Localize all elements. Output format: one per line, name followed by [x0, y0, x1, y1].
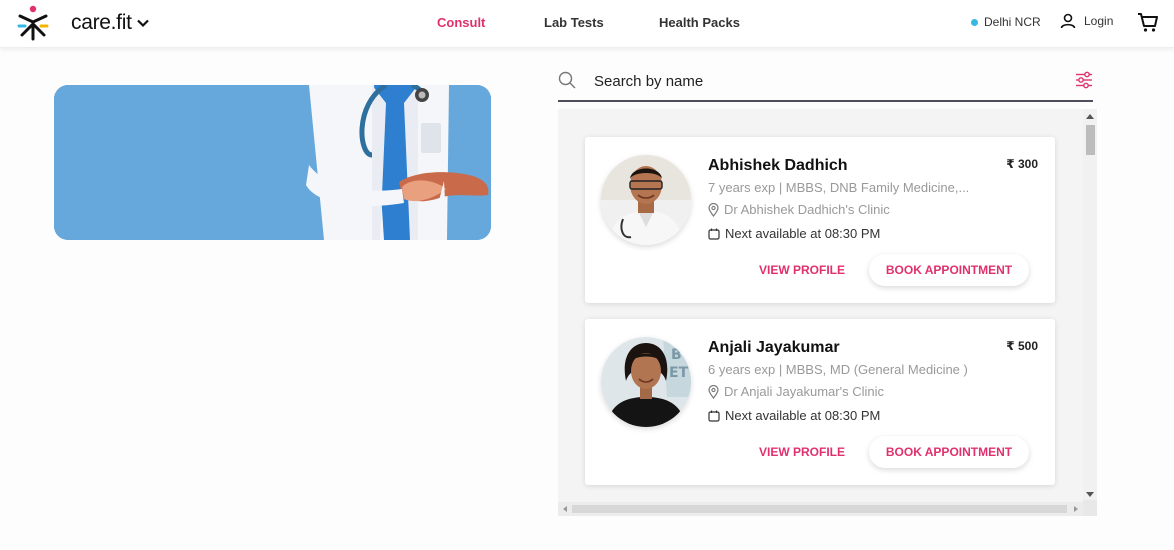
availability-info: Next available at 08:30 PM: [708, 226, 880, 241]
nav-health-packs[interactable]: Health Packs: [659, 15, 740, 30]
clinic-info: Dr Abhishek Dadhich's Clinic: [708, 202, 890, 217]
search-bar: [558, 62, 1093, 102]
availability-info: Next available at 08:30 PM: [708, 408, 880, 423]
doctor-avatar: [601, 155, 691, 245]
search-icon: [558, 71, 576, 89]
view-profile-button[interactable]: VIEW PROFILE: [759, 263, 845, 277]
brand-selector[interactable]: care.fit: [71, 11, 150, 35]
clinic-name: Dr Anjali Jayakumar's Clinic: [724, 384, 884, 399]
view-profile-button[interactable]: VIEW PROFILE: [759, 445, 845, 459]
location-label: Delhi NCR: [984, 15, 1041, 29]
doctor-card: Abhishek Dadhich ₹ 300 7 years exp | MBB…: [585, 137, 1055, 303]
location-selector[interactable]: Delhi NCR: [971, 15, 1041, 29]
location-pin-icon: [708, 384, 719, 399]
location-dot-icon: [971, 18, 978, 26]
login-button[interactable]: Login: [1060, 13, 1113, 29]
calendar-icon: [708, 228, 720, 240]
vertical-scroll-thumb[interactable]: [1086, 125, 1095, 155]
care-fit-logo-icon[interactable]: [16, 4, 50, 42]
cart-icon[interactable]: [1137, 11, 1159, 33]
availability-text: Next available at 08:30 PM: [725, 226, 881, 241]
calendar-icon: [708, 410, 720, 422]
doctor-card: B ET Anjali Jayakumar ₹ 500 6 years exp …: [585, 319, 1055, 485]
vertical-scrollbar[interactable]: [1083, 109, 1097, 500]
availability-text: Next available at 08:30 PM: [725, 408, 881, 423]
book-appointment-button[interactable]: BOOK APPOINTMENT: [869, 436, 1029, 468]
horizontal-scrollbar[interactable]: [558, 502, 1083, 516]
nav-consult[interactable]: Consult: [437, 15, 485, 30]
doctor-experience: 6 years exp | MBBS, MD (General Medicine…: [708, 362, 968, 377]
login-label: Login: [1084, 14, 1114, 28]
svg-text:ET: ET: [669, 365, 689, 381]
scroll-up-arrow-icon[interactable]: [1086, 114, 1094, 119]
horizontal-scroll-thumb[interactable]: [572, 505, 1067, 513]
scroll-right-arrow-icon[interactable]: [1074, 506, 1078, 512]
consult-banner-image: [54, 85, 491, 240]
doctor-name[interactable]: Abhishek Dadhich: [708, 157, 848, 175]
scroll-down-arrow-icon[interactable]: [1086, 492, 1094, 497]
location-pin-icon: [708, 202, 719, 217]
nav-lab-tests[interactable]: Lab Tests: [544, 15, 604, 30]
consult-price: ₹ 300: [1006, 157, 1038, 171]
scroll-left-arrow-icon[interactable]: [563, 506, 567, 512]
book-appointment-button[interactable]: BOOK APPOINTMENT: [869, 254, 1029, 286]
consult-price: ₹ 500: [1006, 339, 1038, 353]
doctor-name[interactable]: Anjali Jayakumar: [708, 339, 840, 357]
scrollbar-corner: [1083, 500, 1097, 516]
brand-name: care.fit: [71, 11, 132, 34]
clinic-info: Dr Anjali Jayakumar's Clinic: [708, 384, 884, 399]
svg-text:B: B: [671, 347, 682, 363]
user-icon: [1060, 13, 1076, 29]
doctor-list[interactable]: Abhishek Dadhich ₹ 300 7 years exp | MBB…: [558, 109, 1097, 516]
doctor-avatar: B ET: [601, 337, 691, 427]
clinic-name: Dr Abhishek Dadhich's Clinic: [724, 202, 890, 217]
search-input[interactable]: [594, 69, 1044, 93]
chevron-down-icon: [136, 19, 149, 28]
doctor-illustration: [54, 85, 491, 240]
filter-icon[interactable]: [1075, 71, 1093, 89]
doctor-experience: 7 years exp | MBBS, DNB Family Medicine,…: [708, 180, 970, 195]
top-header: care.fit Consult Lab Tests Health Packs …: [0, 0, 1174, 48]
